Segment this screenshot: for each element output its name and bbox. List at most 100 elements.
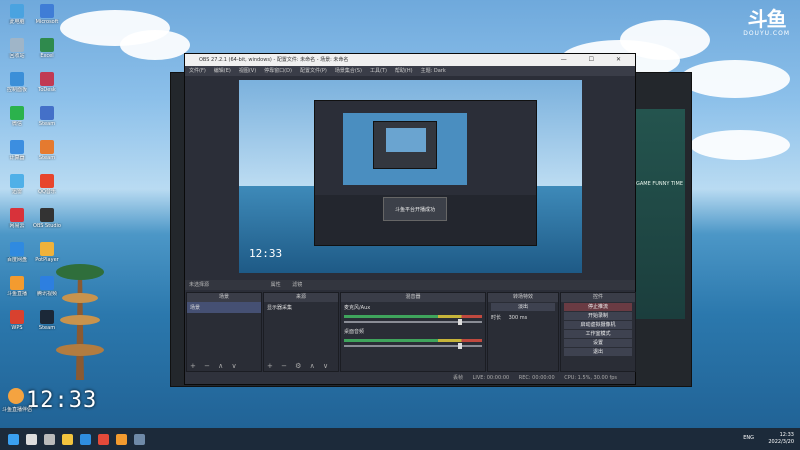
duration-row: 时长 300 ms — [488, 312, 558, 323]
menu-item[interactable]: 视图(V) — [239, 66, 256, 76]
steam-icon[interactable] — [134, 433, 145, 445]
desktop-icon[interactable]: 控制面板 — [0, 72, 34, 93]
taskbar-icons — [0, 433, 145, 445]
menu-item[interactable]: 配置文件(P) — [300, 66, 327, 76]
desktop-icon[interactable]: 网易云 — [0, 208, 34, 229]
mixer-dock: 混音器 麦克风/Aux 桌面音频 — [340, 292, 486, 372]
taskbar-time: 12:33 — [779, 432, 794, 438]
sources-toolbar[interactable]: + − ⚙ ∧ ∨ — [264, 362, 338, 371]
transitions-title: 转场特效 — [488, 293, 558, 302]
desktop-icon-label: OBS Studio — [33, 223, 61, 229]
settings-button[interactable]: 设置 — [564, 339, 632, 347]
menu-item[interactable]: 帮助(H) — [395, 66, 413, 76]
edge-icon[interactable] — [80, 433, 91, 445]
desktop-icon-label: 控制面板 — [6, 87, 27, 93]
app-icon — [40, 174, 54, 188]
desktop-icon-label: QQ音乐 — [38, 189, 56, 195]
system-clock[interactable]: 12:33 2022/3/20 — [768, 432, 794, 446]
scene-item[interactable]: 场景 — [187, 302, 261, 313]
input-language[interactable]: ENG — [743, 435, 754, 441]
obs-title-text: OBS 27.2.1 (64-bit, windows) - 配置文件: 未命名… — [199, 57, 349, 63]
app-icon — [10, 242, 24, 256]
ad-text: GAME FUNNY TIME — [635, 181, 683, 187]
desktop-icon-label: Microsoft — [35, 19, 59, 25]
desktop-icon[interactable]: Steam — [30, 310, 64, 331]
desktop-icon[interactable]: Microsoft — [30, 4, 64, 25]
app-icon — [10, 208, 24, 222]
dropped-frames: 丢帧 — [453, 375, 464, 381]
desktop-clock: 12:33 — [26, 388, 98, 413]
desktop-icon-label: Steam — [38, 325, 56, 331]
chrome-icon[interactable] — [98, 433, 109, 445]
desktop-icon-label: 回收站 — [9, 53, 25, 59]
desktop-icon[interactable]: 计算器 — [0, 140, 34, 161]
desktop-icon[interactable]: 腾讯视频 — [30, 276, 64, 297]
volume-slider[interactable] — [344, 343, 482, 349]
controls-dock: 控件 停止推流 开始录制 启动虚拟摄像机 工作室模式 设置 退出 — [560, 292, 636, 372]
desktop-icon[interactable]: Steam — [30, 140, 64, 161]
mixer-meter — [344, 339, 482, 342]
search-icon[interactable] — [26, 433, 37, 445]
start-recording-button[interactable]: 开始录制 — [564, 312, 632, 320]
scenes-dock: 场景 场景 + − ∧ ∨ — [186, 292, 262, 372]
live-time: LIVE: 00:00:00 — [472, 375, 510, 381]
douyu-assistant-icon[interactable] — [8, 388, 24, 404]
nested-preview — [343, 113, 467, 185]
obs-preview[interactable]: 斗鱼平台开播成功 12:33 — [239, 80, 582, 273]
desktop-icon[interactable]: WPS — [0, 310, 34, 331]
studio-mode-button[interactable]: 工作室模式 — [564, 330, 632, 338]
filters-button[interactable]: 滤镜 — [292, 282, 302, 288]
app-icon — [10, 140, 24, 154]
window-controls[interactable]: — ☐ ✕ — [561, 54, 631, 66]
task-view-icon[interactable] — [44, 433, 55, 445]
menu-item[interactable]: 场景集合(S) — [335, 66, 362, 76]
desktop-icon[interactable]: Steam — [30, 106, 64, 127]
transition-select[interactable]: 淡出 — [491, 303, 555, 311]
obs-window[interactable]: OBS 27.2.1 (64-bit, windows) - 配置文件: 未命名… — [184, 53, 636, 385]
desktop-icon[interactable]: OBS Studio — [30, 208, 64, 229]
app-icon — [10, 106, 24, 120]
desktop-icon[interactable]: QQ音乐 — [30, 174, 64, 195]
desktop-icon-label: PotPlayer — [35, 257, 59, 263]
scenes-toolbar[interactable]: + − ∧ ∨ — [187, 362, 261, 371]
source-item[interactable]: 显示器采集 — [264, 302, 338, 313]
nested-nested-preview — [386, 128, 426, 152]
desktop-icon[interactable]: PotPlayer — [30, 242, 64, 263]
desktop-icon[interactable]: 百度网盘 — [0, 242, 34, 263]
stop-streaming-button[interactable]: 停止推流 — [564, 303, 632, 311]
app-icon — [40, 242, 54, 256]
menu-item[interactable]: 编辑(E) — [214, 66, 231, 76]
desktop-icon[interactable]: 微信 — [0, 106, 34, 127]
desktop-icon[interactable]: 斗鱼直播 — [0, 276, 34, 297]
scenes-title: 场景 — [187, 293, 261, 302]
explorer-icon[interactable] — [62, 433, 73, 445]
sources-title: 来源 — [264, 293, 338, 302]
desktop-icon[interactable]: 回收站 — [0, 38, 34, 59]
exit-button[interactable]: 退出 — [564, 348, 632, 356]
desktop-icon-label: WPS — [11, 325, 23, 331]
douyu-icon[interactable] — [116, 433, 127, 445]
properties-button[interactable]: 属性 — [271, 282, 281, 288]
mixer-channel-name: 麦克风/Aux — [344, 305, 371, 311]
menu-item[interactable]: 工具(T) — [370, 66, 387, 76]
app-icon — [10, 72, 24, 86]
desktop-icon[interactable]: ToDesk — [30, 72, 64, 93]
desktop-icon[interactable]: Excel — [30, 38, 64, 59]
desktop-icon[interactable]: 此电脑 — [0, 4, 34, 25]
menu-item[interactable]: 停靠窗口(D) — [264, 66, 292, 76]
nested-obs-window — [373, 121, 437, 169]
app-icon — [10, 38, 24, 52]
duration-input[interactable]: 300 ms — [509, 315, 528, 321]
menu-item[interactable]: 主题: Dark — [421, 66, 446, 76]
app-icon — [40, 208, 54, 222]
desktop-icon-label: 此电脑 — [9, 19, 25, 25]
taskbar: ENG 12:33 2022/3/20 — [0, 428, 800, 450]
virtual-camera-button[interactable]: 启动虚拟摄像机 — [564, 321, 632, 329]
desktop-icon[interactable]: 迅雷 — [0, 174, 34, 195]
obs-titlebar: OBS 27.2.1 (64-bit, windows) - 配置文件: 未命名… — [185, 54, 635, 66]
volume-slider[interactable] — [344, 319, 482, 325]
menu-item[interactable]: 文件(F) — [189, 66, 206, 76]
mixer-channel-name: 桌面音频 — [344, 329, 365, 335]
duration-label: 时长 — [491, 315, 502, 321]
windows-start-icon[interactable] — [8, 433, 19, 445]
